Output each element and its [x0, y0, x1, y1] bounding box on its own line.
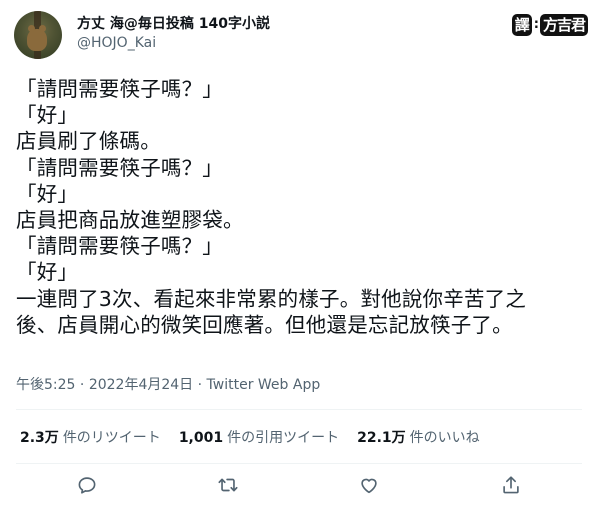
author-display-name[interactable]: 方丈 海@毎日投稿 140字小説: [77, 13, 270, 33]
divider-top: [16, 409, 582, 410]
retweet-icon: [218, 478, 238, 492]
likes-label: 件のいいね: [409, 430, 480, 446]
watermark-translator-name: 方吉君: [539, 14, 588, 36]
tweet-stats: 2.3万 件のリツイート 1,001 件の引用ツイート 22.1万 件のいいね: [20, 427, 480, 447]
author-handle[interactable]: @HOJO_Kai: [77, 35, 156, 51]
reply-button[interactable]: [76, 474, 98, 496]
share-button[interactable]: [500, 474, 522, 496]
reply-icon: [78, 477, 96, 494]
translator-watermark: 譯 : 方吉君: [511, 14, 588, 36]
tweet-actions: [0, 474, 598, 500]
avatar[interactable]: [14, 11, 62, 59]
like-icon: [361, 478, 377, 494]
tweet-source-link[interactable]: Twitter Web App: [207, 377, 321, 393]
meta-separator: ·: [193, 377, 207, 393]
tweet-text: 「請問需要筷子嗎？」 「好」 店員刷了條碼。 「請問需要筷子嗎？」 「好」 店員…: [16, 77, 527, 337]
divider-bottom: [16, 463, 582, 464]
like-button[interactable]: [358, 474, 380, 496]
share-icon: [503, 476, 519, 494]
quotes-count: 1,001: [178, 430, 224, 446]
watermark-colon: :: [533, 17, 539, 32]
avatar-animal: [27, 25, 47, 51]
watermark-translate-mark: 譯: [511, 14, 532, 36]
quotes-label: 件の引用ツイート: [227, 430, 340, 446]
retweet-button[interactable]: [217, 474, 239, 496]
likes-stat[interactable]: 22.1万 件のいいね: [357, 427, 480, 447]
tweet-meta: 午後5:25 · 2022年4月24日 · Twitter Web App: [16, 374, 320, 394]
retweets-count: 2.3万: [20, 430, 59, 446]
retweets-label: 件のリツイート: [62, 430, 161, 446]
retweets-stat[interactable]: 2.3万 件のリツイート: [20, 427, 161, 447]
tweet-time-link[interactable]: 午後5:25 · 2022年4月24日: [16, 377, 193, 393]
likes-count: 22.1万: [357, 430, 406, 446]
quotes-stat[interactable]: 1,001 件の引用ツイート: [179, 427, 339, 447]
